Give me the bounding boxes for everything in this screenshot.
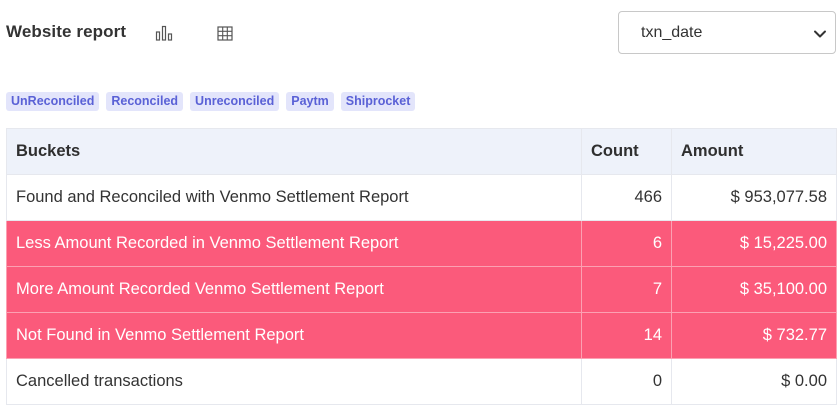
count-cell: 6 xyxy=(581,220,672,267)
select-value: txn_date xyxy=(641,23,703,41)
table-header-row: Buckets Count Amount xyxy=(6,128,837,175)
bucket-cell: Cancelled transactions xyxy=(6,358,582,405)
chip-reconciled[interactable]: Reconciled xyxy=(106,92,184,111)
count-cell: 14 xyxy=(581,312,672,359)
bucket-cell: Not Found in Venmo Settlement Report xyxy=(6,312,582,359)
amount-cell: $ 0.00 xyxy=(671,358,837,405)
count-cell: 7 xyxy=(581,266,672,313)
count-cell: 0 xyxy=(581,358,672,405)
chip-paytm[interactable]: Paytm xyxy=(286,92,334,111)
chip-unreconciled[interactable]: UnReconciled xyxy=(6,92,100,111)
amount-cell: $ 15,225.00 xyxy=(671,220,837,267)
page-title: Website report xyxy=(6,22,127,41)
amount-cell: $ 35,100.00 xyxy=(671,266,837,313)
chevron-down-icon xyxy=(814,30,826,38)
column-header-count[interactable]: Count xyxy=(581,128,672,175)
count-cell: 466 xyxy=(581,174,672,221)
report-header: Website report txn_date xyxy=(0,0,840,70)
table-row[interactable]: Found and Reconciled with Venmo Settleme… xyxy=(6,174,837,221)
bar-chart-icon xyxy=(155,25,173,41)
date-field-select[interactable]: txn_date xyxy=(618,11,836,54)
chip-unreconciled-alt[interactable]: Unreconciled xyxy=(190,92,280,111)
grid-view-button[interactable] xyxy=(214,22,236,44)
table-row[interactable]: Cancelled transactions 0 $ 0.00 xyxy=(6,358,837,405)
bucket-cell: Less Amount Recorded in Venmo Settlement… xyxy=(6,220,582,267)
table-row[interactable]: Not Found in Venmo Settlement Report 14 … xyxy=(6,312,837,359)
table-row[interactable]: More Amount Recorded Venmo Settlement Re… xyxy=(6,266,837,313)
column-header-buckets[interactable]: Buckets xyxy=(6,128,582,175)
buckets-table: Buckets Count Amount Found and Reconcile… xyxy=(6,128,837,405)
chip-shiprocket[interactable]: Shiprocket xyxy=(340,92,416,111)
column-header-amount[interactable]: Amount xyxy=(671,128,837,175)
bucket-cell: More Amount Recorded Venmo Settlement Re… xyxy=(6,266,582,313)
filter-chips: UnReconciled Reconciled Unreconciled Pay… xyxy=(6,92,416,111)
chart-view-button[interactable] xyxy=(153,22,175,44)
grid-icon xyxy=(217,25,233,41)
amount-cell: $ 953,077.58 xyxy=(671,174,837,221)
bucket-cell: Found and Reconciled with Venmo Settleme… xyxy=(6,174,582,221)
amount-cell: $ 732.77 xyxy=(671,312,837,359)
table-row[interactable]: Less Amount Recorded in Venmo Settlement… xyxy=(6,220,837,267)
